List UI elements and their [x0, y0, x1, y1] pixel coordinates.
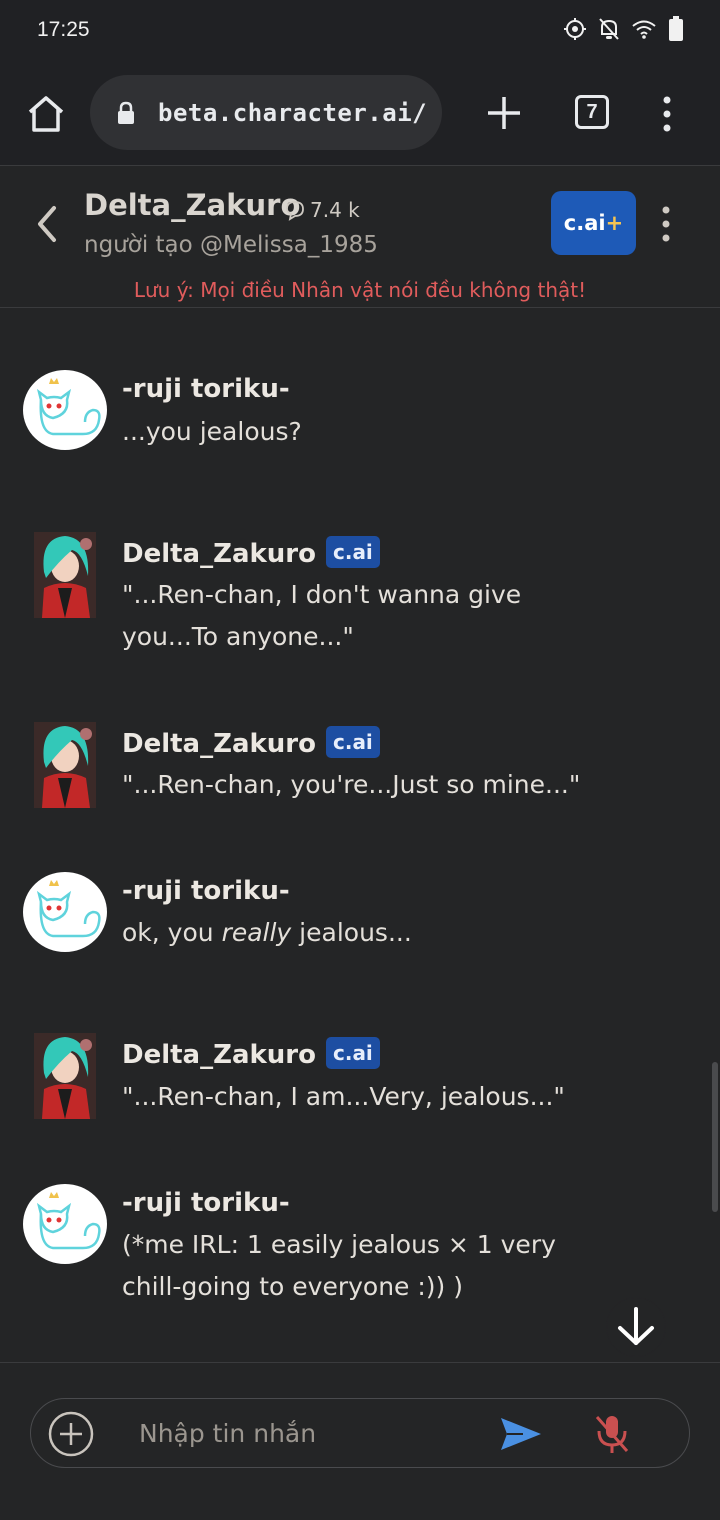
message-line: (*me IRL: 1 easily jealous × 1 very [122, 1230, 556, 1259]
message-text: "...Ren-chan, I don't wanna give you...T… [122, 574, 602, 658]
character-avatar-icon [34, 532, 96, 618]
cai-plus-button[interactable]: c.ai+ [551, 191, 636, 255]
battery-icon [669, 16, 683, 41]
mic-muted-icon[interactable] [593, 1413, 631, 1455]
status-bar: 17:25 [0, 0, 720, 62]
url-text: beta.character.ai/c [158, 99, 428, 127]
bell-muted-icon [599, 18, 619, 40]
chat-count: 7.4 k [284, 198, 360, 222]
location-icon [564, 18, 586, 40]
disclaimer-text: Lưu ý: Mọi điều Nhân vật nói đều không t… [133, 278, 587, 302]
message-text-part: jealous... [291, 918, 412, 947]
lock-icon [118, 101, 134, 124]
send-icon[interactable] [499, 1415, 543, 1453]
cat-avatar-icon [36, 1192, 101, 1250]
message-text: ...you jealous? [122, 417, 302, 446]
message-text: "...Ren-chan, you're...Just so mine..." [122, 770, 581, 799]
avatar[interactable] [23, 872, 107, 952]
cai-plus-symbol: + [605, 211, 624, 235]
message-text: ok, you really jealous... [122, 912, 602, 954]
scrollbar[interactable] [712, 1062, 718, 1212]
wifi-icon [632, 20, 656, 39]
avatar[interactable] [34, 532, 96, 618]
cai-plus-label: c.ai [563, 211, 606, 235]
character-avatar-icon [34, 722, 96, 808]
status-icons [564, 16, 684, 42]
composer [0, 1362, 720, 1520]
message-line: "...Ren-chan, I don't wanna give [122, 580, 522, 609]
status-time: 17:25 [37, 18, 90, 41]
sender-name: -ruji toriku- [122, 876, 290, 906]
avatar[interactable] [34, 1033, 96, 1119]
browser-toolbar: beta.character.ai/c 7 [0, 62, 720, 166]
chat-header: Delta_Zakuro 7.4 k người tạo @Melissa_19… [0, 166, 720, 308]
sender-name: Delta_Zakuro c.ai [122, 1037, 380, 1070]
avatar[interactable] [23, 1184, 107, 1264]
arrow-down-icon[interactable] [606, 1297, 666, 1357]
message-text-part: ok, you [122, 918, 222, 947]
sender-name: -ruji toriku- [122, 1188, 290, 1218]
avatar[interactable] [34, 722, 96, 808]
message-text: (*me IRL: 1 easily jealous × 1 very chil… [122, 1224, 602, 1308]
sender-name-text: Delta_Zakuro [122, 729, 316, 759]
back-arrow-icon[interactable] [30, 202, 64, 246]
message-text-emphasis: really [221, 918, 292, 947]
sender-name: Delta_Zakuro c.ai [122, 536, 380, 569]
kebab-menu-icon[interactable] [656, 94, 678, 134]
chat-bubble-icon [286, 201, 304, 221]
sender-name-text: Delta_Zakuro [122, 1040, 316, 1070]
creator-label[interactable]: người tạo @Melissa_1985 [84, 232, 378, 258]
home-icon[interactable] [24, 92, 68, 136]
character-avatar-icon [34, 1033, 96, 1119]
address-bar[interactable]: beta.character.ai/c [90, 75, 442, 150]
message-input-container [30, 1398, 690, 1468]
sender-name: Delta_Zakuro c.ai [122, 726, 380, 759]
cai-badge: c.ai [325, 536, 380, 568]
plus-icon[interactable] [484, 93, 524, 133]
message-line: chill-going to everyone :)) ) [122, 1272, 463, 1301]
sender-name-text: Delta_Zakuro [122, 539, 316, 569]
kebab-menu-icon[interactable] [656, 204, 676, 244]
cat-avatar-icon [36, 880, 101, 938]
sender-name: -ruji toriku- [122, 374, 290, 404]
message-line: you...To anyone..." [122, 622, 354, 651]
avatar[interactable] [23, 370, 107, 450]
cai-badge: c.ai [325, 1037, 380, 1069]
chat-count-value: 7.4 k [310, 198, 360, 222]
tabs-icon[interactable]: 7 [575, 95, 609, 129]
message-input[interactable] [139, 1415, 469, 1451]
add-circle-icon[interactable] [47, 1410, 95, 1458]
message-text: "...Ren-chan, I am...Very, jealous..." [122, 1082, 565, 1111]
character-name[interactable]: Delta_Zakuro [84, 188, 300, 222]
cai-badge: c.ai [325, 726, 380, 758]
cat-avatar-icon [36, 378, 101, 436]
